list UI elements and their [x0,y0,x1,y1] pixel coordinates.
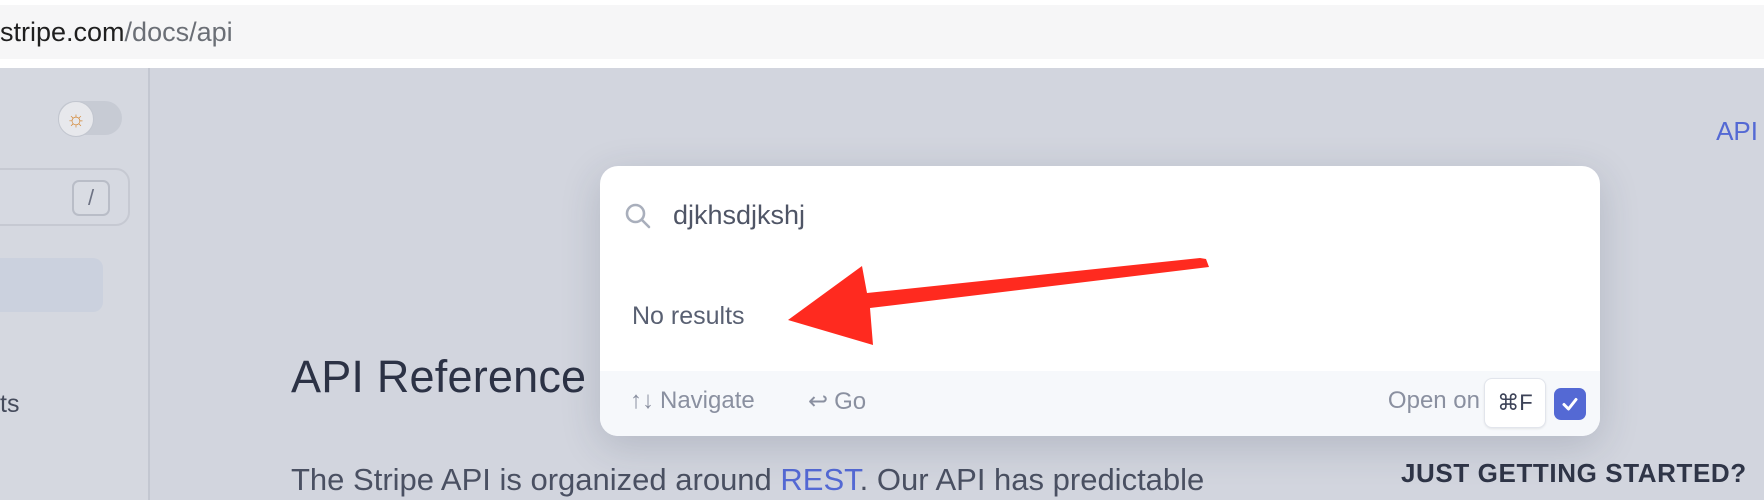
sidebar-item-label[interactable]: ts [0,390,19,419]
open-on-shortcut-key: ⌘F [1484,378,1546,428]
url-host: stripe.com [0,17,125,47]
url-path: /docs/api [124,17,233,47]
sidebar: ☼ / ts [0,68,150,500]
sun-icon: ☼ [58,101,94,137]
address-bar[interactable]: stripe.com/docs/api [0,5,1764,59]
search-modal: No results ↑↓Navigate ↩Go Open on ⌘F [600,166,1600,436]
browser-toolbar: stripe.com/docs/api [0,0,1764,68]
getting-started-heading: JUST GETTING STARTED? [1401,458,1747,488]
check-icon [1562,398,1578,411]
search-row [600,166,1600,266]
arrows-icon: ↑↓ [630,387,654,414]
rest-link[interactable]: REST [780,462,859,497]
theme-toggle[interactable]: ☼ [58,101,122,137]
no-results-message: No results [632,302,745,330]
navigate-hint: ↑↓ Navigate [630,387,755,415]
search-footer: ↑↓ Navigate ↩ Go Open on ⌘F [600,371,1600,436]
intro-text-end: . Our API has predictable [859,462,1205,497]
open-on-checkbox[interactable] [1554,388,1586,420]
go-label: Go [834,388,867,415]
page-title: API Reference [291,351,587,402]
search-input[interactable] [673,192,1553,238]
intro-paragraph: The Stripe API is organized around REST.… [291,462,1204,498]
sidebar-item-active[interactable] [0,258,103,312]
search-icon [625,203,651,229]
sidebar-search[interactable]: / [0,168,130,226]
enter-icon: ↩ [808,388,829,415]
go-hint: ↩ Go [808,387,866,416]
navigate-label: Navigate [660,387,755,414]
open-on-label: Open on [1387,387,1480,414]
header-api-link[interactable]: API [1716,116,1758,147]
search-shortcut-key: / [72,180,110,216]
intro-text-start: The Stripe API is organized around [291,462,781,497]
